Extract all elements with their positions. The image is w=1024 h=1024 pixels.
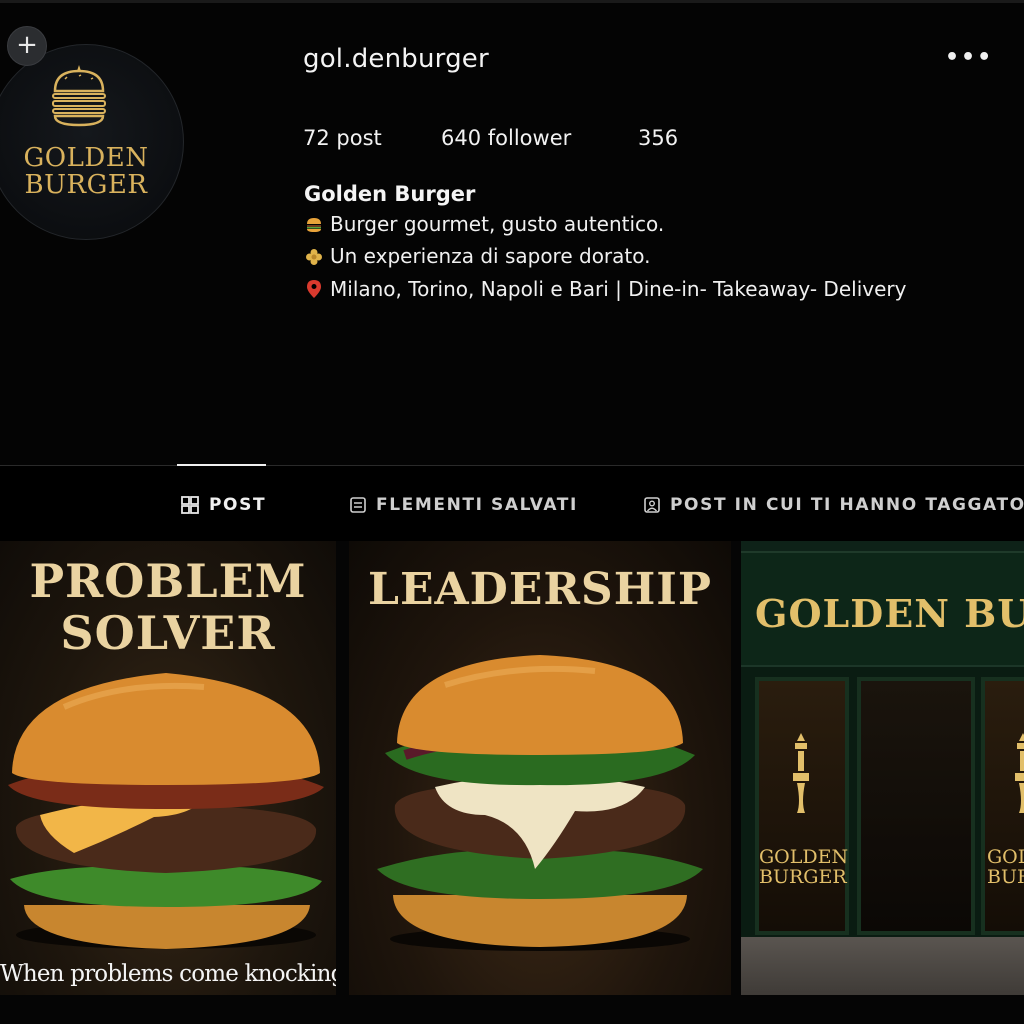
sidewalk	[741, 937, 1024, 995]
bio-line-1: Burger gourmet, gusto autentico.	[304, 212, 664, 236]
store-window-text-line2: BURGER	[759, 866, 847, 888]
store-window-text: GOLDEN BURGER	[759, 846, 849, 888]
gold-flower-icon	[306, 249, 322, 265]
tab-posts-label: POST	[209, 495, 267, 515]
store-window-text-line1: GOLDEN	[759, 846, 849, 868]
store-window-text: GOL BUR	[987, 847, 1024, 887]
profile-username: gol.denburger	[303, 44, 489, 74]
bio-line-1-text: Burger gourmet, gusto autentico.	[330, 212, 665, 236]
store-front: GOLDEN BURGER GOL BUR	[741, 667, 1024, 937]
burger-emoji-icon	[307, 218, 321, 232]
more-options-button[interactable]: •••	[945, 47, 991, 70]
tab-tagged[interactable]: POST IN CUI TI HANNO TAGGATO	[644, 495, 1024, 515]
followers-count[interactable]: 640 follower	[441, 126, 571, 150]
location-pin-icon	[307, 280, 321, 298]
avatar-brand-line1: GOLDEN	[23, 143, 149, 173]
post-1-caption: When problems come knocking	[0, 961, 336, 987]
tab-saved[interactable]: FLEMENTI SALVATI	[350, 495, 578, 515]
post-problem-solver[interactable]: PROBLEM SOLVER When problems come knocki…	[0, 541, 336, 995]
post-2-title: LEADERSHIP	[368, 564, 712, 615]
store-window-text-line2: BUR	[987, 866, 1024, 888]
active-tab-indicator	[177, 464, 266, 466]
tagged-icon	[644, 497, 660, 513]
store-sign-text: GOLDEN BURGER	[755, 591, 1024, 636]
tab-posts[interactable]: POST	[181, 495, 266, 515]
plus-icon: +	[16, 30, 38, 60]
posts-count: 72 post	[303, 126, 382, 150]
add-story-button[interactable]: +	[7, 26, 47, 66]
figure-logo-icon	[793, 733, 809, 813]
avatar-brand-line2: BURGER	[24, 170, 148, 200]
more-icon: •••	[945, 45, 994, 70]
tab-saved-label: FLEMENTI SALVATI	[376, 495, 578, 515]
post-1-title: PROBLEM SOLVER	[0, 555, 336, 659]
store-door	[857, 677, 975, 935]
post-1-title-line2: SOLVER	[60, 606, 276, 660]
post-storefront[interactable]: GOLDEN BURGER GOLDEN BURGER GOL BUR	[741, 541, 1024, 995]
bio-line-3-text: Milano, Torino, Napoli e Bari | Dine-in-…	[330, 277, 907, 301]
store-window: GOLDEN BURGER	[755, 677, 849, 935]
tabs-divider	[0, 465, 1024, 466]
saved-icon	[350, 497, 366, 513]
bio-line-3: Milano, Torino, Napoli e Bari | Dine-in-…	[304, 277, 906, 301]
bio-display-name: Golden Burger	[304, 182, 476, 206]
store-window: GOL BUR	[981, 677, 1024, 935]
post-leadership[interactable]: LEADERSHIP	[349, 541, 731, 995]
store-window-text-line1: GOL	[987, 846, 1024, 868]
post-1-title-line1: PROBLEM	[29, 554, 307, 608]
burger-image	[8, 673, 324, 949]
burger-image	[377, 655, 703, 951]
tab-tagged-label: POST IN CUI TI HANNO TAGGATO	[670, 495, 1024, 515]
burger-logo-icon	[52, 65, 106, 127]
figure-logo-icon	[1015, 733, 1024, 813]
bio-line-2-text: Un experienza di sapore dorato.	[330, 244, 651, 268]
bio-line-2: Un experienza di sapore dorato.	[304, 244, 651, 268]
store-sign: GOLDEN BURGER	[741, 551, 1024, 669]
grid-icon	[181, 496, 199, 514]
following-count[interactable]: 356	[638, 126, 678, 150]
